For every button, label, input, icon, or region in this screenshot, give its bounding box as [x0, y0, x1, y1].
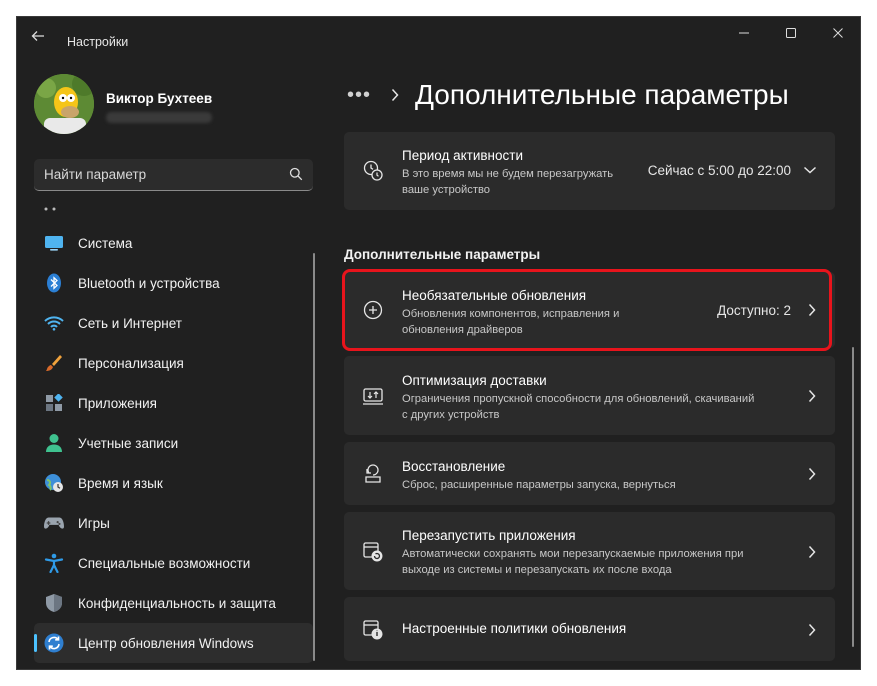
- minimize-button[interactable]: [729, 25, 759, 43]
- back-arrow-icon: [31, 31, 44, 41]
- chevron-right-icon: [808, 545, 816, 559]
- chevron-down-icon[interactable]: [803, 165, 817, 175]
- sidebar-item-label: Специальные возможности: [78, 555, 251, 571]
- card-subtitle: ваше устройство: [402, 183, 490, 196]
- sidebar-item-label: Учетные записи: [78, 435, 179, 451]
- sidebar-item-windows-update[interactable]: Центр обновления Windows: [34, 623, 313, 663]
- back-button[interactable]: [31, 29, 51, 49]
- brush-icon: [44, 353, 64, 373]
- sidebar-item-label: Персонализация: [78, 355, 184, 371]
- close-icon: [833, 28, 843, 38]
- minimize-icon: [739, 32, 749, 34]
- maximize-icon: [786, 28, 796, 38]
- sidebar-item-accessibility[interactable]: Специальные возможности: [34, 543, 313, 583]
- sidebar-item-personalization[interactable]: Персонализация: [34, 343, 313, 383]
- user-email-blurred: [106, 112, 212, 123]
- sidebar-item-network[interactable]: Сеть и Интернет: [34, 303, 313, 343]
- recovery-card[interactable]: Восстановление Сброс, расширенные параме…: [344, 442, 835, 505]
- sidebar-item-gaming[interactable]: Игры: [34, 503, 313, 543]
- scroll-hint-dots-icon: [44, 207, 56, 211]
- app-title: Настройки: [67, 35, 129, 49]
- breadcrumb-overflow-button[interactable]: •••: [347, 84, 377, 107]
- close-button[interactable]: [823, 25, 853, 43]
- card-subtitle: с других устройств: [402, 408, 500, 421]
- section-title: Дополнительные параметры: [344, 247, 541, 262]
- page-title: Дополнительные параметры: [415, 79, 789, 110]
- highlight-frame: [342, 269, 832, 351]
- wifi-icon: [44, 313, 64, 333]
- sidebar-item-label: Приложения: [78, 395, 157, 411]
- sidebar-item-bluetooth[interactable]: Bluetooth и устройства: [34, 263, 313, 303]
- sidebar-item-label: Bluetooth и устройства: [78, 275, 220, 291]
- sidebar: Виктор Бухтеев Система Bluetooth и устро…: [17, 51, 327, 669]
- sidebar-item-time-language[interactable]: Время и язык: [34, 463, 313, 503]
- card-title: Перезапустить приложения: [402, 528, 576, 543]
- sidebar-item-label: Система: [78, 235, 133, 251]
- sidebar-item-label: Игры: [78, 515, 110, 531]
- globe-clock-icon: [44, 473, 64, 493]
- active-hours-icon: [363, 160, 383, 181]
- card-subtitle: Сброс, расширенные параметры запуска, ве…: [402, 479, 676, 491]
- title-bar: Настройки: [17, 17, 860, 51]
- chevron-right-icon: [808, 389, 816, 403]
- search-box[interactable]: [34, 159, 313, 191]
- recovery-icon: [365, 464, 381, 483]
- sidebar-item-label: Сеть и Интернет: [78, 315, 182, 331]
- sidebar-item-accounts[interactable]: Учетные записи: [34, 423, 313, 463]
- main-scrollbar[interactable]: [852, 347, 854, 647]
- card-title: Период активности: [402, 148, 523, 163]
- chevron-right-icon: [808, 467, 816, 481]
- avatar-image-icon: [34, 74, 94, 134]
- person-icon: [44, 433, 64, 453]
- card-subtitle: В это время мы не будем перезагружать: [402, 168, 614, 180]
- card-title: Восстановление: [402, 459, 506, 474]
- chevron-right-icon: [391, 88, 399, 102]
- settings-window: Настройки Виктор Бухтеев Найти параметр …: [16, 16, 861, 670]
- active-hours-value: Сейчас с 5:00 до 22:00: [647, 163, 791, 178]
- sidebar-item-apps[interactable]: Приложения: [34, 383, 313, 423]
- sidebar-item-label: Время и язык: [78, 475, 163, 491]
- avatar[interactable]: [34, 74, 94, 134]
- gamepad-icon: [44, 513, 64, 533]
- delivery-optimization-card[interactable]: Оптимизация доставки Ограничения пропуск…: [344, 356, 835, 435]
- card-subtitle: Ограничения пропускной способности для о…: [402, 393, 755, 405]
- sidebar-item-label: Центр обновления Windows: [78, 635, 254, 651]
- search-input[interactable]: [44, 159, 284, 189]
- sidebar-item-label: Конфиденциальность и защита: [78, 595, 276, 611]
- card-title: Настроенные политики обновления: [402, 621, 627, 636]
- active-hours-card[interactable]: Период активности В это время мы не буде…: [344, 132, 835, 210]
- policy-icon: [363, 620, 383, 640]
- update-icon: [44, 633, 64, 653]
- search-icon[interactable]: [289, 167, 303, 181]
- sidebar-nav: Система Bluetooth и устройства Сеть и Ин…: [34, 223, 313, 663]
- restart-apps-card[interactable]: Перезапустить приложения Автоматически с…: [344, 512, 835, 590]
- sidebar-item-privacy[interactable]: Конфиденциальность и защита: [34, 583, 313, 623]
- card-subtitle: Автоматически сохранять мои перезапускае…: [402, 548, 744, 560]
- sidebar-item-system[interactable]: Система: [34, 223, 313, 263]
- update-policies-card[interactable]: Настроенные политики обновления: [344, 597, 835, 661]
- user-name: Виктор Бухтеев: [106, 91, 213, 106]
- delivery-optimization-icon: [363, 388, 383, 405]
- bluetooth-icon: [44, 273, 64, 293]
- chevron-right-icon: [808, 623, 816, 637]
- accessibility-icon: [44, 553, 64, 573]
- card-title: Оптимизация доставки: [402, 373, 547, 388]
- card-subtitle: выходе из системы и перезапускать их пос…: [402, 563, 672, 576]
- apps-icon: [44, 393, 64, 413]
- restart-apps-icon: [363, 542, 383, 562]
- sidebar-scrollbar[interactable]: [313, 253, 315, 661]
- maximize-button[interactable]: [776, 25, 806, 43]
- monitor-icon: [44, 233, 64, 253]
- breadcrumb: ••• Дополнительные параметры: [347, 75, 789, 115]
- shield-icon: [44, 593, 64, 613]
